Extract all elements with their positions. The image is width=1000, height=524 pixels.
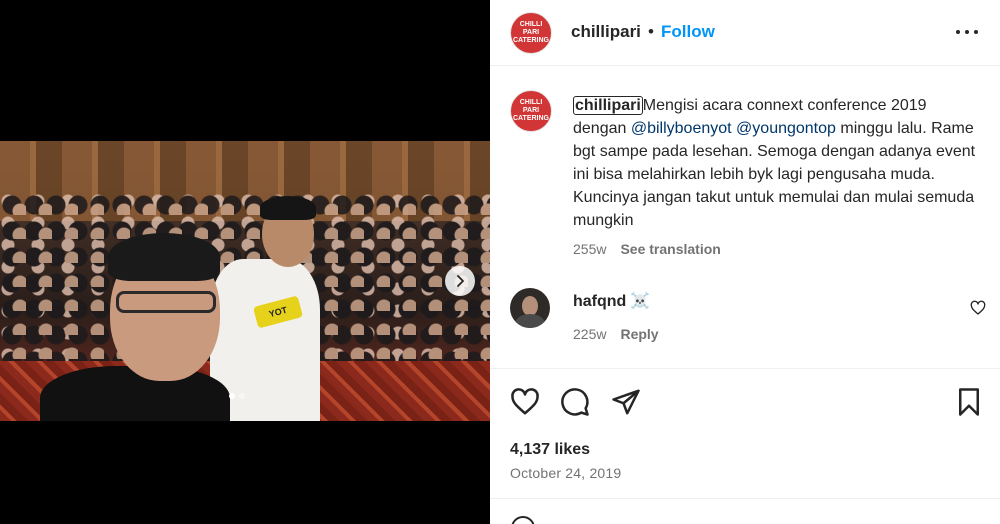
chevron-right-icon	[457, 275, 464, 287]
see-translation-button[interactable]: See translation	[620, 241, 720, 257]
author-avatar[interactable]: CHILLI PARI CATERING	[510, 12, 552, 54]
comment-username[interactable]: hafqnd	[573, 293, 626, 310]
post-caption: chillipari Mengisi acara connext conferen…	[573, 94, 983, 232]
comment-text: ☠️	[630, 293, 651, 310]
heart-icon[interactable]	[510, 387, 540, 417]
post-header: CHILLI PARI CATERING chillipari • Follow	[490, 0, 1000, 66]
caption-avatar[interactable]: CHILLI PARI CATERING	[510, 90, 552, 132]
post-photo: YOT	[0, 141, 490, 421]
action-bar	[490, 368, 1000, 438]
carousel-dot-2	[239, 393, 245, 399]
header-separator: •	[648, 22, 654, 41]
comment: hafqnd ☠️	[573, 291, 650, 311]
caption-username[interactable]: chillipari	[573, 96, 643, 115]
caption-age: 255w	[573, 241, 607, 257]
divider	[490, 498, 1000, 499]
reply-button[interactable]: Reply	[620, 326, 658, 342]
post-date: October 24, 2019	[510, 465, 622, 481]
mention-billyboenyot[interactable]: @billyboenyot	[631, 120, 732, 137]
like-count[interactable]: 4,137 likes	[510, 441, 590, 459]
follow-button[interactable]: Follow	[661, 22, 715, 42]
more-horizontal-icon[interactable]	[956, 22, 978, 42]
carousel-indicator	[229, 393, 245, 399]
carousel-next-button[interactable]	[445, 266, 475, 296]
carousel-dot-1	[229, 393, 235, 399]
commenter-avatar[interactable]	[510, 288, 550, 328]
comment-icon[interactable]	[560, 387, 590, 417]
emoji-icon[interactable]	[511, 516, 535, 524]
comment-heart-icon[interactable]	[970, 300, 986, 316]
mention-youngontop[interactable]: @youngontop	[736, 120, 836, 137]
caption-meta: 255w See translation	[573, 241, 721, 257]
send-icon[interactable]	[611, 387, 641, 417]
bookmark-icon[interactable]	[954, 387, 984, 417]
post-panel: CHILLI PARI CATERING chillipari • Follow…	[490, 0, 1000, 524]
comment-meta: 225w Reply	[573, 326, 659, 342]
post-media: YOT	[0, 0, 490, 524]
comment-age: 225w	[573, 326, 607, 342]
author-username[interactable]: chillipari	[571, 22, 641, 42]
